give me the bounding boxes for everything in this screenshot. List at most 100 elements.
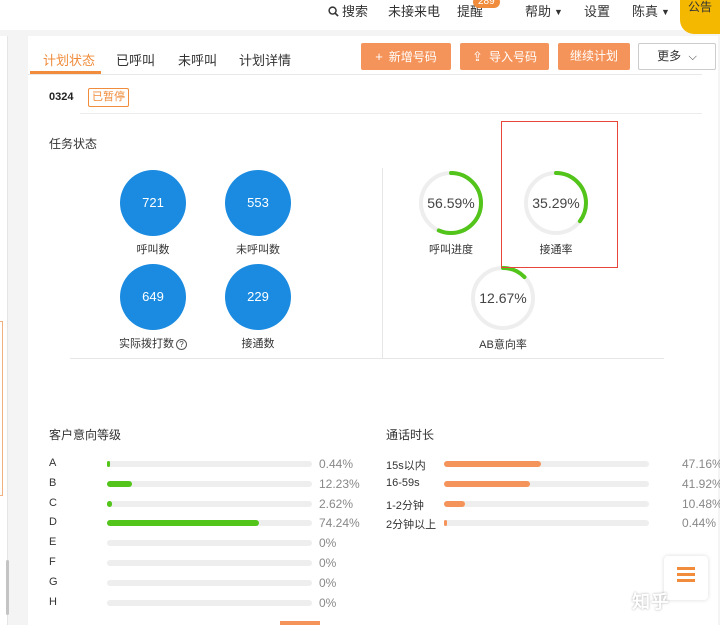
call-duration-row-label: 15s以内 bbox=[386, 460, 426, 472]
chevron-down-icon: ▼ bbox=[661, 7, 670, 17]
intent-level-row-fill bbox=[107, 520, 260, 527]
calls-count-circle: 721 bbox=[120, 170, 186, 236]
call-duration-row-fill bbox=[444, 480, 530, 487]
header-divider bbox=[80, 113, 702, 114]
search-label: 搜索 bbox=[342, 4, 369, 19]
status-divider bbox=[382, 168, 383, 358]
more-button[interactable]: 更多 ⌵ bbox=[638, 43, 716, 70]
call-duration-row: 15s以内 47.16% bbox=[386, 457, 720, 472]
floating-menu-button[interactable] bbox=[664, 556, 708, 600]
intent-level-row: A 0.44% bbox=[49, 457, 369, 471]
intent-level-row-fill bbox=[107, 461, 110, 467]
ab-intent-rate-label: AB意向率 bbox=[479, 339, 527, 351]
call-duration-row: 16-59s 41.92% bbox=[386, 476, 720, 491]
plus-icon: + bbox=[375, 49, 383, 64]
call-duration-row-percent: 41.92% bbox=[682, 476, 720, 491]
tab-divider bbox=[28, 74, 702, 75]
call-duration-row: 2分钟以上 0.44% bbox=[386, 516, 716, 532]
intent-level-row-label: D bbox=[49, 516, 57, 529]
call-duration-row-percent: 47.16% bbox=[682, 457, 720, 471]
intent-level-row: F 0% bbox=[49, 556, 369, 570]
call-duration-row-fill bbox=[444, 500, 466, 507]
add-number-label: 新增号码 bbox=[388, 50, 437, 64]
sidebar-marker bbox=[0, 321, 3, 496]
intent-level-row: D 74.24% bbox=[49, 516, 369, 530]
call-duration-row-label: 16-59s bbox=[386, 476, 420, 489]
settings-link[interactable]: 设置 bbox=[584, 0, 610, 30]
intent-level-row-label: C bbox=[49, 496, 57, 509]
intent-level-row-label: F bbox=[49, 556, 56, 568]
help-menu[interactable]: 帮助 ▼ bbox=[525, 0, 563, 30]
tab-plan-status[interactable]: 计划状态 bbox=[43, 50, 95, 69]
list-icon bbox=[677, 567, 695, 585]
top-bar: 搜索 未接来电 提醒 289 帮助 ▼ 设置 陈真 ▼ 公告 bbox=[0, 0, 720, 34]
intent-level-row-label: B bbox=[49, 476, 57, 489]
dialed-count-label-wrap: 实际拨打数? bbox=[103, 335, 203, 351]
call-duration-row-track bbox=[444, 461, 649, 467]
intent-level-row-percent: 74.24% bbox=[319, 516, 360, 531]
intent-level-row: E 0% bbox=[49, 536, 369, 550]
ab-intent-rate-value: 12.67% bbox=[479, 290, 527, 306]
intent-level-row-label: A bbox=[49, 457, 57, 469]
watermark: 知乎 bbox=[632, 592, 670, 612]
import-number-button[interactable]: ⇪ 导入号码 bbox=[460, 43, 549, 70]
upload-icon: ⇪ bbox=[472, 49, 483, 64]
left-sidebar-edge bbox=[0, 36, 8, 625]
intent-level-row-percent: 0.44% bbox=[319, 457, 354, 471]
import-number-label: 导入号码 bbox=[488, 50, 537, 64]
intent-level-row: C 2.62% bbox=[49, 497, 369, 511]
call-progress-label: 呼叫进度 bbox=[429, 244, 473, 256]
intent-level-row-track bbox=[107, 540, 312, 547]
help-icon[interactable]: ? bbox=[176, 339, 187, 350]
tab-plan-details[interactable]: 计划详情 bbox=[239, 50, 291, 69]
intent-level-row-percent: 2.62% bbox=[319, 496, 354, 511]
user-name: 陈真 bbox=[632, 4, 659, 19]
intent-level-row-fill bbox=[107, 480, 133, 487]
bottom-indicator bbox=[280, 621, 320, 625]
search-link[interactable]: 搜索 bbox=[328, 0, 368, 30]
intent-level-row: G 0% bbox=[49, 576, 369, 590]
tab-called[interactable]: 已呼叫 bbox=[116, 50, 155, 69]
call-duration-row: 1-2分钟 10.48% bbox=[386, 497, 720, 512]
highlight-box bbox=[501, 121, 618, 268]
intent-level-row-percent: 0% bbox=[319, 536, 337, 551]
missed-calls-link[interactable]: 未接来电 bbox=[388, 0, 440, 30]
call-duration-row-track bbox=[444, 480, 649, 487]
chevron-down-icon: ⌵ bbox=[688, 51, 697, 63]
intent-level-row-track bbox=[107, 500, 312, 507]
intent-level-title: 客户意向等级 bbox=[49, 428, 122, 442]
intent-level-row-percent: 0% bbox=[319, 595, 337, 610]
reminder-count-badge: 289 bbox=[473, 0, 500, 8]
scrollbar-thumb[interactable] bbox=[6, 560, 9, 615]
call-duration-row-percent: 10.48% bbox=[682, 496, 720, 511]
plan-code: 0324 bbox=[49, 91, 74, 103]
call-duration-row-fill bbox=[444, 520, 447, 527]
notice-button[interactable]: 公告 bbox=[680, 0, 720, 34]
intent-level-row-track bbox=[107, 480, 312, 487]
intent-level-row-percent: 0% bbox=[319, 556, 337, 570]
call-duration-row-track bbox=[444, 520, 649, 527]
continue-plan-button[interactable]: 继续计划 bbox=[558, 43, 630, 70]
calls-count-label: 呼叫数 bbox=[136, 244, 170, 256]
intent-level-row-track bbox=[107, 579, 312, 586]
connected-count-circle: 229 bbox=[225, 264, 291, 330]
intent-level-row-track bbox=[107, 560, 312, 566]
call-duration-row-track bbox=[444, 500, 649, 507]
connected-count-label: 接通数 bbox=[241, 338, 275, 350]
intent-level-row: B 12.23% bbox=[49, 477, 369, 491]
intent-level-row-label: G bbox=[49, 575, 58, 588]
call-duration-row-label: 2分钟以上 bbox=[386, 519, 437, 532]
call-duration-title: 通话时长 bbox=[386, 428, 435, 442]
user-menu[interactable]: 陈真 ▼ bbox=[632, 0, 670, 30]
add-number-button[interactable]: + 新增号码 bbox=[361, 43, 451, 70]
tab-not-called[interactable]: 未呼叫 bbox=[178, 50, 217, 69]
task-status-title: 任务状态 bbox=[49, 137, 98, 151]
intent-level-row-label: E bbox=[49, 536, 57, 549]
intent-level-row-fill bbox=[107, 500, 113, 507]
search-icon bbox=[328, 6, 339, 17]
intent-level-row-percent: 12.23% bbox=[319, 476, 360, 491]
status-badge: 已暂停 bbox=[88, 88, 129, 107]
tab-bar: 计划状态 已呼叫 未呼叫 计划详情 + 新增号码 ⇪ 导入号码 继续计划 更多 ⌵ bbox=[28, 36, 718, 74]
section-divider bbox=[70, 358, 664, 359]
intent-level-row-percent: 0% bbox=[319, 575, 337, 590]
